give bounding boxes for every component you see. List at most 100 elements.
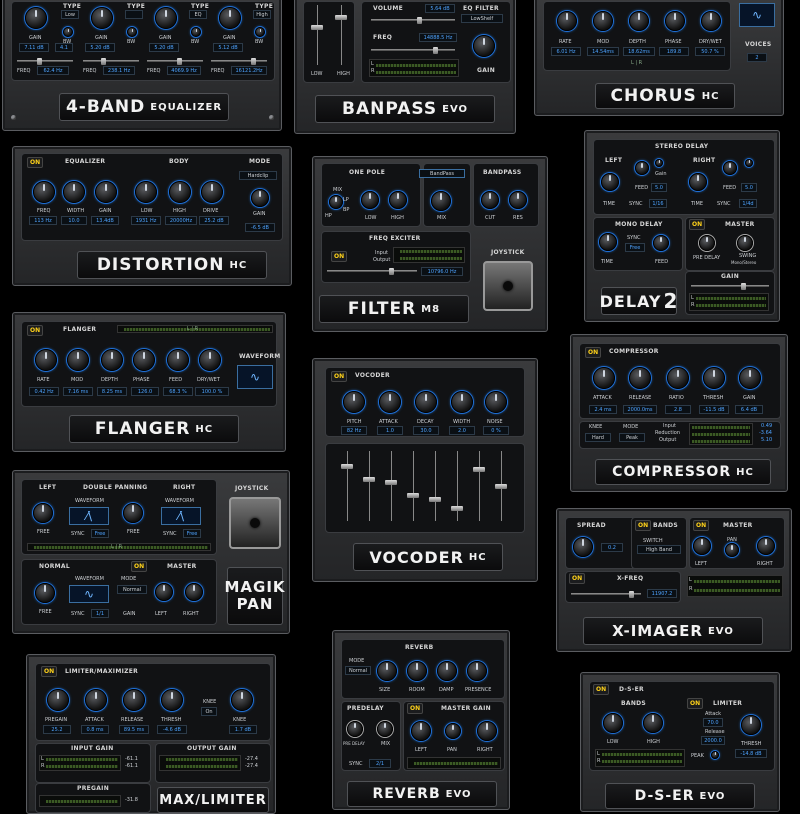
delay-left-gain-knob[interactable]	[655, 159, 663, 167]
ximager-pan-knob[interactable]	[725, 543, 739, 557]
flanger-feed-knob[interactable]	[167, 349, 189, 371]
magikpan-master-on-toggle[interactable]: ON	[131, 561, 148, 572]
band2-freq-slider[interactable]	[83, 58, 139, 65]
banpass-eq-filter-select[interactable]: LowShelf	[461, 14, 503, 23]
band1-type-select[interactable]: Low	[61, 10, 79, 19]
filter-mix-knob[interactable]	[431, 191, 451, 211]
filter-mode-knob[interactable]	[329, 195, 343, 209]
filter-cut-knob[interactable]	[481, 191, 499, 209]
banpass-freq-slider[interactable]	[371, 47, 455, 54]
delay-master-on-toggle[interactable]: ON	[689, 219, 706, 230]
reverb-room-knob[interactable]	[407, 661, 427, 681]
magikpan-joystick-pad[interactable]	[229, 497, 281, 549]
delay-right-time-knob[interactable]	[689, 173, 707, 191]
compressor-attack-knob[interactable]	[593, 367, 615, 389]
delay-left-time-knob[interactable]	[601, 173, 619, 191]
filter-res-knob[interactable]	[509, 191, 527, 209]
flanger-mod-knob[interactable]	[67, 349, 89, 371]
chorus-drywet-knob[interactable]	[701, 11, 721, 31]
flanger-drywet-knob[interactable]	[199, 349, 221, 371]
vocoder-band-fader[interactable]	[495, 451, 507, 521]
ximager-right-knob[interactable]	[757, 537, 775, 555]
band2-type-select[interactable]	[125, 10, 143, 19]
vocoder-width-knob[interactable]	[451, 391, 473, 413]
banpass-gain-knob[interactable]	[473, 35, 495, 57]
vocoder-noise-knob[interactable]	[485, 391, 507, 413]
limiter-release-knob[interactable]	[123, 689, 145, 711]
limiter-attack-knob[interactable]	[85, 689, 107, 711]
vocoder-band-fader[interactable]	[429, 451, 441, 521]
filter-joystick-pad[interactable]	[483, 261, 533, 311]
ximager-spread-knob[interactable]	[573, 537, 593, 557]
chorus-mod-knob[interactable]	[593, 11, 613, 31]
ximager-switch-select[interactable]: High Band	[637, 545, 681, 554]
distortion-freq-knob[interactable]	[33, 181, 55, 203]
delay-mono-feed-knob[interactable]	[653, 235, 669, 251]
dser-peak-knob[interactable]	[711, 751, 719, 759]
magikpan-left-waveform[interactable]: ⁄\	[69, 507, 109, 525]
band4-bw-knob[interactable]	[255, 27, 265, 37]
band4-type-select[interactable]: High	[253, 10, 271, 19]
vocoder-band-fader[interactable]	[385, 451, 397, 521]
flanger-rate-knob[interactable]	[35, 349, 57, 371]
compressor-knee-select[interactable]: Hard	[585, 433, 611, 442]
distortion-low-knob[interactable]	[135, 181, 157, 203]
filter-exciter-slider[interactable]	[327, 268, 417, 275]
banpass-high-fader[interactable]	[335, 5, 347, 65]
dser-limiter-on-toggle[interactable]: ON	[687, 698, 704, 709]
magikpan-normal-waveform[interactable]: ∿	[69, 585, 109, 603]
delay-swing-knob[interactable]	[737, 235, 753, 251]
vocoder-pitch-knob[interactable]	[343, 391, 365, 413]
magikpan-master-right-knob[interactable]	[185, 583, 203, 601]
distortion-drive-knob[interactable]	[201, 181, 223, 203]
reverb-mode-select[interactable]: Normal	[345, 666, 371, 675]
distortion-output-gain-knob[interactable]	[251, 189, 269, 207]
delay-right-gain-knob[interactable]	[745, 159, 753, 167]
band3-gain-knob[interactable]	[155, 7, 177, 29]
vocoder-band-fader[interactable]	[451, 451, 463, 521]
chorus-rate-knob[interactable]	[557, 11, 577, 31]
ximager-left-knob[interactable]	[693, 537, 711, 555]
distortion-on-toggle[interactable]: ON	[27, 157, 44, 168]
reverb-presence-knob[interactable]	[467, 661, 487, 681]
limiter-knee-toggle[interactable]: On	[201, 707, 217, 716]
chorus-waveform-display[interactable]: ∿	[739, 3, 775, 27]
band1-gain-knob[interactable]	[25, 7, 47, 29]
reverb-size-knob[interactable]	[377, 661, 397, 681]
compressor-on-toggle[interactable]: ON	[585, 347, 602, 358]
band2-gain-knob[interactable]	[91, 7, 113, 29]
dser-low-knob[interactable]	[603, 713, 623, 733]
ximager-xfreq-on-toggle[interactable]: ON	[569, 573, 586, 584]
vocoder-band-fader[interactable]	[341, 451, 353, 521]
delay-left-feed-knob[interactable]	[635, 161, 649, 175]
filter-exciter-on-toggle[interactable]: ON	[331, 251, 348, 262]
compressor-gain-knob[interactable]	[739, 367, 761, 389]
compressor-mode-select[interactable]: Peak	[619, 433, 645, 442]
band1-bw-knob[interactable]	[63, 27, 73, 37]
chorus-phase-knob[interactable]	[665, 11, 685, 31]
reverb-mix-knob[interactable]	[377, 721, 393, 737]
banpass-volume-slider[interactable]	[371, 17, 455, 24]
dser-thresh-knob[interactable]	[741, 715, 761, 735]
ximager-xfreq-slider[interactable]	[571, 591, 641, 598]
magikpan-right-waveform[interactable]: ⁄\	[161, 507, 201, 525]
vocoder-decay-knob[interactable]	[415, 391, 437, 413]
compressor-release-knob[interactable]	[629, 367, 651, 389]
ximager-master-on-toggle[interactable]: ON	[693, 520, 710, 531]
magikpan-mode-select[interactable]: Normal	[117, 585, 147, 594]
flanger-depth-knob[interactable]	[101, 349, 123, 371]
band3-bw-knob[interactable]	[191, 27, 201, 37]
reverb-damp-knob[interactable]	[437, 661, 457, 681]
vocoder-band-fader[interactable]	[363, 451, 375, 521]
band3-type-select[interactable]: EQ	[189, 10, 207, 19]
compressor-thresh-knob[interactable]	[703, 367, 725, 389]
vocoder-on-toggle[interactable]: ON	[331, 371, 348, 382]
filter-low-knob[interactable]	[361, 191, 379, 209]
distortion-mode-select[interactable]: Hardclip	[239, 171, 277, 180]
vocoder-band-fader[interactable]	[473, 451, 485, 521]
filter-high-knob[interactable]	[389, 191, 407, 209]
reverb-left-knob[interactable]	[411, 721, 431, 741]
band3-freq-slider[interactable]	[147, 58, 203, 65]
flanger-on-toggle[interactable]: ON	[27, 325, 44, 336]
limiter-knee-knob[interactable]	[231, 689, 253, 711]
